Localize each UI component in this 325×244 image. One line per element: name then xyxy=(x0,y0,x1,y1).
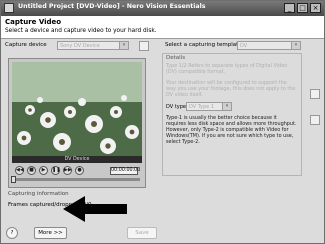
capture-device-select[interactable]: Sony DV Device ▾ xyxy=(57,41,129,50)
timecode-display: 00:00:00:00 xyxy=(110,167,141,175)
window-title: Untitled Project [DVD-Video] - Nero Visi… xyxy=(18,3,206,10)
dv-type-description: Type-1 is usually the better choice beca… xyxy=(166,115,297,146)
chevron-down-icon: ▾ xyxy=(222,103,231,110)
title-bar[interactable]: Untitled Project [DVD-Video] - Nero Visi… xyxy=(1,1,324,16)
rewind-button[interactable]: ◀◀ xyxy=(15,166,24,175)
device-label: DV Device xyxy=(12,156,142,163)
annotation-arrow-icon xyxy=(63,196,127,222)
pause-button[interactable]: ❚❚ xyxy=(51,166,60,175)
play-button[interactable]: ▶ xyxy=(39,166,48,175)
minimize-button[interactable]: _ xyxy=(284,3,295,13)
position-slider-track[interactable] xyxy=(14,178,140,181)
record-button[interactable]: ● xyxy=(75,166,84,175)
application-window: Untitled Project [DVD-Video] - Nero Visi… xyxy=(0,0,325,244)
capture-device-label: Capture device xyxy=(5,42,47,48)
page-subtitle: Select a device and capture video to you… xyxy=(5,28,157,34)
stop-button[interactable]: ■ xyxy=(27,166,36,175)
capturing-info-title: Capturing information xyxy=(8,191,69,197)
page-title: Capture Video xyxy=(5,18,62,26)
capture-template-value: DV xyxy=(240,43,248,49)
help-button[interactable]: ? xyxy=(6,227,18,239)
details-text-1: Type 1/2 Refers to separate types of Dig… xyxy=(166,63,288,76)
capture-device-value: Sony DV Device xyxy=(60,43,100,49)
dv-type-select[interactable]: DV Type 1 ▾ xyxy=(186,102,232,111)
details-text-2: Your destination will be configured to s… xyxy=(166,80,296,99)
details-label: Details xyxy=(166,55,186,61)
fast-forward-button[interactable]: ▶▶ xyxy=(63,166,72,175)
app-icon xyxy=(4,3,14,13)
dv-type-label: DV type: xyxy=(166,104,188,110)
chevron-down-icon: ▾ xyxy=(119,42,128,49)
capture-template-label: Select a capturing template: xyxy=(165,42,244,48)
page-header: Capture Video Select a device and captur… xyxy=(1,16,324,39)
more-button[interactable]: More >> xyxy=(34,227,67,239)
video-preview-panel: DV Device ◀◀ ■ ▶ ❚❚ ▶▶ ● 00:00:00:00 xyxy=(8,58,146,188)
maximize-button[interactable]: □ xyxy=(297,3,308,13)
close-button[interactable]: × xyxy=(310,3,321,13)
chevron-down-icon: ▾ xyxy=(291,42,300,49)
properties-icon[interactable] xyxy=(310,115,320,125)
dv-type-value: DV Type 1 xyxy=(189,104,215,110)
folder-icon[interactable] xyxy=(310,89,320,99)
save-button[interactable]: Save xyxy=(127,227,157,239)
flower-field-image xyxy=(12,62,142,156)
video-preview xyxy=(12,62,142,156)
device-settings-icon[interactable] xyxy=(139,41,149,51)
position-slider-thumb[interactable] xyxy=(11,176,16,183)
capture-template-select[interactable]: DV ▾ xyxy=(237,41,301,50)
